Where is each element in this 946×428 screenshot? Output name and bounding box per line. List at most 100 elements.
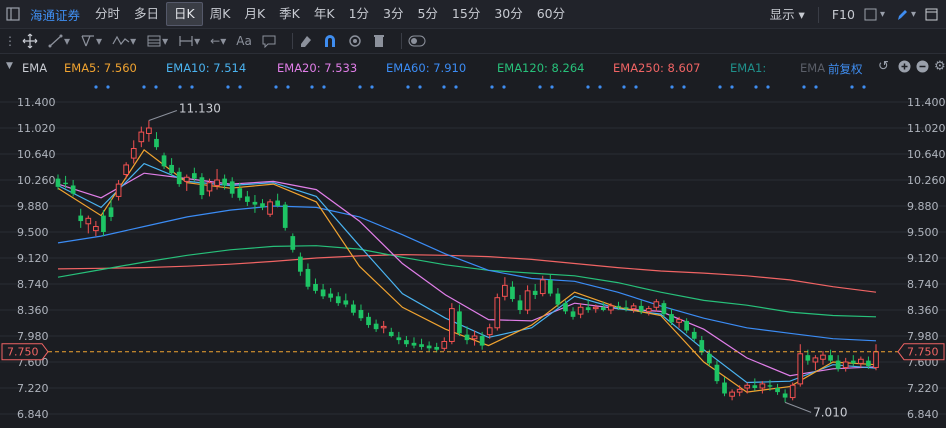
current-price-text-left: 7.750 xyxy=(7,346,39,359)
candle-body xyxy=(661,303,667,315)
indicator-value: EMA10: 7.514 xyxy=(166,61,247,75)
period-tab[interactable]: 30分 xyxy=(487,3,529,25)
event-marker xyxy=(862,85,866,89)
candle-body xyxy=(592,306,599,310)
candle-body xyxy=(524,290,531,311)
candle-body xyxy=(419,344,424,347)
display-menu[interactable]: 显示 ▾ xyxy=(763,4,812,26)
cursor-collapse-icon[interactable]: ⋮ xyxy=(4,34,16,48)
ema-line-ema10 xyxy=(57,162,877,384)
f10-button[interactable]: F10 xyxy=(825,4,862,26)
event-marker xyxy=(106,85,110,89)
event-marker xyxy=(814,85,818,89)
note-tool-icon[interactable] xyxy=(262,35,276,48)
stock-name[interactable]: 海通证券 xyxy=(30,5,80,24)
indicator-legend-bar: ▼ EMA EMA5: 7.560 EMA10: 7.514 EMA20: 7.53… xyxy=(0,56,946,80)
candle-body xyxy=(532,290,538,295)
y-tick-label-right: 6.840 xyxy=(907,408,939,421)
candle-body xyxy=(669,314,674,323)
y-tick-label-left: 9.880 xyxy=(17,200,49,213)
line-tool-icon[interactable]: ▾ xyxy=(48,34,70,48)
eraser-icon[interactable] xyxy=(299,34,313,48)
sidebar-toggle-icon[interactable] xyxy=(4,5,22,23)
period-tab[interactable]: 月K xyxy=(237,3,272,25)
candle-body xyxy=(191,173,197,179)
candle-body xyxy=(736,388,743,393)
chevron-down-icon[interactable]: ▾ xyxy=(880,9,885,20)
zoom-out-icon[interactable] xyxy=(916,60,929,76)
zoom-in-icon[interactable] xyxy=(898,60,911,76)
period-tab[interactable]: 3分 xyxy=(376,3,410,25)
candle-body xyxy=(335,296,341,304)
candle-body xyxy=(358,310,364,319)
event-marker xyxy=(142,85,146,89)
period-tab[interactable]: 多日 xyxy=(127,3,166,25)
pattern-tool-icon[interactable]: ▾ xyxy=(112,34,136,48)
event-marker xyxy=(370,85,374,89)
candle-body xyxy=(835,360,841,369)
adjust-mode[interactable]: 前复权 xyxy=(828,61,863,77)
candle-body xyxy=(93,226,99,232)
ema-line-ema20 xyxy=(57,172,877,377)
period-tab[interactable]: 15分 xyxy=(445,3,487,25)
candle-body xyxy=(351,304,356,313)
y-tick-label-left: 10.260 xyxy=(17,174,56,187)
settings-icon[interactable]: ⚙ xyxy=(934,59,946,74)
event-marker xyxy=(442,85,446,89)
event-marker xyxy=(226,85,230,89)
period-tab[interactable]: 季K xyxy=(272,3,307,25)
toggle-drawings-icon[interactable] xyxy=(408,35,426,47)
candle-body xyxy=(245,196,250,202)
eye-icon[interactable] xyxy=(347,35,363,47)
y-tick-label-left: 10.640 xyxy=(17,148,56,161)
arrow-tool-icon[interactable]: ←▾ xyxy=(210,34,226,48)
period-tab[interactable]: 5分 xyxy=(410,3,444,25)
y-tick-label-right: 10.640 xyxy=(907,148,946,161)
measure-tool-icon[interactable]: ▾ xyxy=(178,34,200,48)
period-tab[interactable]: 年K xyxy=(307,3,342,25)
channel-tool-icon[interactable]: ▾ xyxy=(80,34,102,48)
event-marker xyxy=(502,85,506,89)
chevron-down-icon[interactable]: ▾ xyxy=(911,9,916,20)
event-marker xyxy=(286,85,290,89)
window-icon[interactable] xyxy=(922,6,940,24)
pen-icon[interactable] xyxy=(893,6,911,24)
candle-body xyxy=(797,353,804,385)
candle-body xyxy=(267,201,273,215)
candle-body xyxy=(260,203,265,208)
layout-icon[interactable] xyxy=(862,6,880,24)
candle-body xyxy=(373,323,379,330)
trash-icon[interactable] xyxy=(373,34,385,48)
candle-body xyxy=(577,306,584,315)
indicator-name[interactable]: EMA xyxy=(22,61,47,75)
low-price-label: 7.010 xyxy=(813,405,847,419)
text-tool-icon[interactable]: Aa xyxy=(236,34,252,48)
period-tab[interactable]: 1分 xyxy=(342,3,376,25)
event-marker xyxy=(94,85,98,89)
fib-tool-icon[interactable]: ▾ xyxy=(146,34,168,48)
candle-body xyxy=(328,293,334,298)
candle-body xyxy=(199,177,205,196)
period-tab[interactable]: 分时 xyxy=(88,3,127,25)
undo-icon[interactable]: ↺ xyxy=(878,59,889,74)
event-marker xyxy=(754,85,758,89)
period-tab[interactable]: 日K xyxy=(166,2,203,26)
collapse-indicator-icon[interactable]: ▼ xyxy=(6,61,13,71)
period-tab[interactable]: 周K xyxy=(203,3,238,25)
candle-body xyxy=(502,284,508,297)
candle-body xyxy=(608,305,614,311)
period-tab[interactable]: 60分 xyxy=(530,3,572,25)
price-chart[interactable]: 11.400 11.400 11.020 11.020 10.640 10.640 10.2… xyxy=(0,80,946,428)
y-tick-label-right: 7.220 xyxy=(907,382,939,395)
candle-body xyxy=(146,127,152,134)
y-tick-label-left: 11.400 xyxy=(17,96,56,109)
magnet-icon[interactable] xyxy=(323,34,337,48)
crosshair-move-icon[interactable] xyxy=(22,33,38,49)
candle-body xyxy=(805,355,811,361)
candle-body xyxy=(366,316,371,326)
candle-body xyxy=(645,308,652,312)
event-marker xyxy=(358,85,362,89)
candle-body xyxy=(313,284,318,291)
candle-body xyxy=(464,334,470,341)
candle-body xyxy=(305,268,311,287)
